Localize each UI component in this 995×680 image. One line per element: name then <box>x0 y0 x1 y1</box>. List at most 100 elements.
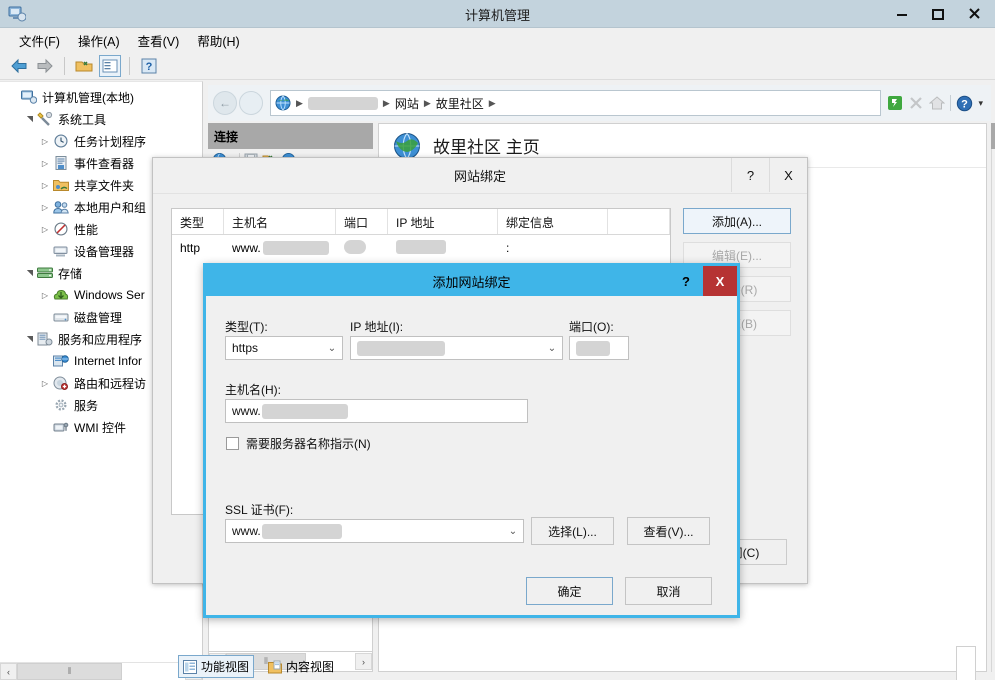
tree-node-label: 系统工具 <box>58 112 107 127</box>
ip-select[interactable]: ⌄ <box>350 336 563 360</box>
ssl-certificate-select[interactable]: www. ⌄ <box>225 519 524 543</box>
menu-action[interactable]: 操作(A) <box>69 28 129 53</box>
breadcrumb-separator-1: ▶ <box>382 97 390 108</box>
add-binding-titlebar: 添加网站绑定 ? X <box>206 266 737 296</box>
expand-arrow-icon[interactable]: ▷ <box>38 376 52 390</box>
app-window: 计算机管理 文件(F) 操作(A) 查看(V) 帮助(H) ? 计算机管理(本地… <box>0 0 995 680</box>
scroll-thumb[interactable]: ⦀ <box>17 663 122 680</box>
tree-node-label: Internet Infor <box>74 354 143 368</box>
toolbar-separator-2 <box>129 56 130 75</box>
connections-header: 连接 <box>208 123 373 149</box>
computer-icon <box>20 89 38 105</box>
clock-icon <box>52 133 70 149</box>
users-icon <box>52 199 70 215</box>
breadcrumb-item-sites[interactable]: 网站 <box>395 95 419 112</box>
expand-arrow-icon[interactable]: ▷ <box>38 178 52 192</box>
expand-arrow-icon[interactable]: ▷ <box>38 288 52 302</box>
chevron-down-icon[interactable]: ⌄ <box>503 520 523 542</box>
refresh-icon[interactable] <box>887 95 903 111</box>
column-type[interactable]: 类型 <box>172 209 224 234</box>
minimize-button[interactable] <box>885 2 919 25</box>
tree-horizontal-scrollbar[interactable]: ‹ ⦀ › <box>0 662 202 680</box>
scroll-down-arrow[interactable]: ⌄ <box>957 672 975 680</box>
add-binding-help-button[interactable]: ? <box>669 266 703 296</box>
hostname-label: 主机名(H): <box>225 383 281 397</box>
tree-node-label: 计算机管理(本地) <box>42 90 134 105</box>
add-binding-button[interactable]: 添加(A)... <box>683 208 791 234</box>
sni-checkbox-row[interactable]: 需要服务器名称指示(N) <box>226 435 371 452</box>
hostname-value-redacted <box>261 403 348 419</box>
column-binding-info[interactable]: 绑定信息 <box>498 209 608 234</box>
close-button[interactable] <box>957 2 991 25</box>
iis-address-bar: ← ▶ ▶ 网站 ▶ 故里社区 ▶ ? ▾ <box>208 85 991 121</box>
chevron-down-icon[interactable]: ▾ <box>978 98 983 109</box>
cancel-button[interactable]: 取消 <box>625 577 712 605</box>
expand-arrow-icon[interactable]: ▷ <box>38 134 52 148</box>
cell-port-redacted <box>344 239 366 254</box>
globe-icon <box>393 132 421 160</box>
back-icon[interactable] <box>8 55 30 77</box>
column-ip[interactable]: IP 地址 <box>388 209 498 234</box>
tree-node[interactable]: ◢ 系统工具 <box>0 108 202 130</box>
select-certificate-button[interactable]: 选择(L)... <box>531 517 614 545</box>
iis-forward-button[interactable] <box>239 91 263 115</box>
hostname-input[interactable]: www. <box>225 399 528 423</box>
sni-label: 需要服务器名称指示(N) <box>246 437 371 451</box>
sni-checkbox[interactable] <box>226 437 239 450</box>
show-hide-tree-icon[interactable] <box>73 55 95 77</box>
home-icon[interactable] <box>929 95 946 111</box>
menubar: 文件(F) 操作(A) 查看(V) 帮助(H) <box>0 28 995 52</box>
conn-scroll-right-arrow[interactable]: › <box>355 653 372 670</box>
expand-arrow-icon[interactable]: ▷ <box>38 156 52 170</box>
help-icon[interactable]: ? <box>138 55 160 77</box>
ok-button[interactable]: 确定 <box>526 577 613 605</box>
collapse-arrow-icon[interactable]: ◢ <box>22 332 36 346</box>
port-input[interactable] <box>569 336 629 360</box>
menu-help[interactable]: 帮助(H) <box>188 28 248 53</box>
add-binding-window-controls: ? X <box>669 266 737 296</box>
breadcrumb-separator-2: ▶ <box>423 97 431 108</box>
tab-content-view[interactable]: 内容视图 <box>264 656 338 677</box>
content-vertical-scrollbar[interactable]: ⌄ <box>956 646 976 680</box>
windows-server-backup-icon <box>52 287 70 303</box>
expand-arrow-icon[interactable]: ▷ <box>38 200 52 214</box>
maximize-button[interactable] <box>921 2 955 25</box>
add-binding-close-button[interactable]: X <box>703 266 737 296</box>
ssl-certificate-value-redacted <box>261 523 342 539</box>
table-row[interactable]: http www. : <box>172 235 670 261</box>
menu-file[interactable]: 文件(F) <box>10 28 69 53</box>
collapse-arrow-icon[interactable]: ◢ <box>22 112 36 126</box>
forward-icon[interactable] <box>34 55 56 77</box>
chevron-down-icon[interactable]: ⌄ <box>322 337 342 359</box>
properties-icon[interactable] <box>99 54 121 77</box>
expand-arrow-icon[interactable]: ▷ <box>38 222 52 236</box>
port-label: 端口(O): <box>569 320 614 334</box>
iis-back-button[interactable]: ← <box>213 91 237 115</box>
breadcrumb-server-redacted[interactable] <box>307 96 378 110</box>
column-spacer <box>608 209 670 234</box>
breadcrumb-item-site[interactable]: 故里社区 <box>436 95 484 112</box>
menu-view[interactable]: 查看(V) <box>129 28 189 53</box>
tree-node[interactable]: 计算机管理(本地) <box>0 86 202 108</box>
site-bindings-help-button[interactable]: ? <box>731 158 769 192</box>
column-hostname[interactable]: 主机名 <box>224 209 336 234</box>
collapse-arrow-icon[interactable]: ◢ <box>22 266 36 280</box>
hostname-value: www. <box>232 404 261 418</box>
scroll-left-arrow[interactable]: ‹ <box>0 663 17 680</box>
breadcrumb[interactable]: ▶ ▶ 网站 ▶ 故里社区 ▶ <box>270 90 882 116</box>
tree-node[interactable]: ▷ 任务计划程序 <box>0 130 202 152</box>
address-bar-icons: ? ▾ <box>887 95 991 112</box>
type-select[interactable]: https ⌄ <box>225 336 343 360</box>
help-icon[interactable]: ? <box>956 95 973 112</box>
scroll-track[interactable] <box>122 663 185 680</box>
actions-pane: 浏览编辑权限...编辑网站绑定...基本设置...查看应用程序查看虚拟目录管理网… <box>991 149 995 672</box>
view-certificate-button[interactable]: 查看(V)... <box>627 517 710 545</box>
site-bindings-close-button[interactable]: X <box>769 158 807 192</box>
shared-folder-icon <box>52 177 70 193</box>
chevron-down-icon[interactable]: ⌄ <box>542 337 562 359</box>
window-titlebar: 计算机管理 <box>0 0 995 28</box>
tab-features-view[interactable]: 功能视图 <box>178 655 255 678</box>
port-value-redacted <box>576 340 610 356</box>
column-port[interactable]: 端口 <box>336 209 388 234</box>
